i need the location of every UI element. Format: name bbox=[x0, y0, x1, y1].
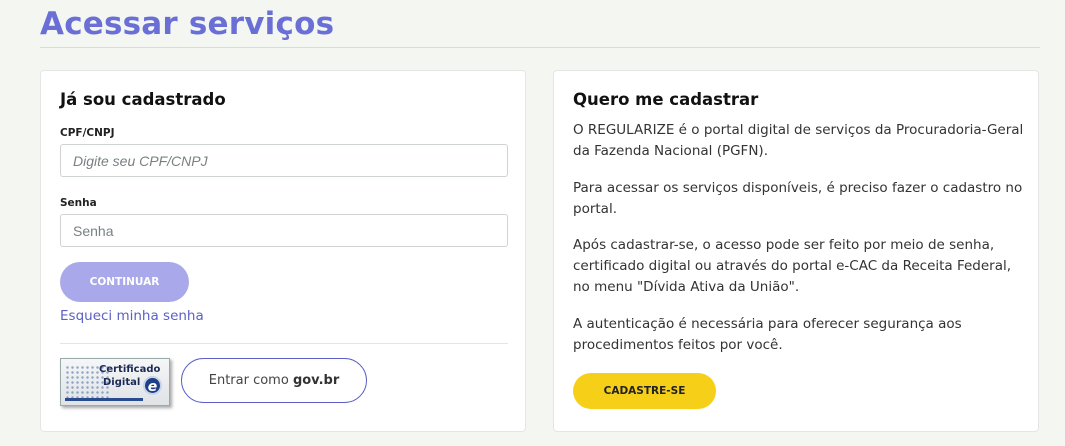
register-paragraph-access: Para acessar os serviços disponíveis, é … bbox=[573, 180, 1023, 217]
password-input[interactable] bbox=[60, 214, 508, 247]
register-paragraph-intro: O REGULARIZE é o portal digital de servi… bbox=[573, 122, 1024, 159]
page-title: Acessar serviços bbox=[40, 6, 335, 42]
register-heading: Quero me cadastrar bbox=[573, 90, 759, 109]
digital-certificate-button[interactable]: Certificado Digital e bbox=[60, 358, 170, 406]
senha-label: Senha bbox=[60, 197, 97, 209]
login-card: Já sou cadastrado CPF/CNPJ Senha CONTINU… bbox=[40, 70, 526, 432]
register-paragraph-methods: Após cadastrar-se, o acesso pode ser fei… bbox=[573, 237, 1012, 295]
govbr-button-label: Entrar como bbox=[208, 373, 293, 388]
continue-button[interactable]: CONTINUAR bbox=[60, 262, 189, 302]
cpf-label: CPF/CNPJ bbox=[60, 127, 115, 139]
govbr-brand: gov.br bbox=[292, 373, 340, 388]
certificate-bar bbox=[65, 398, 143, 401]
e-certificate-icon: e bbox=[143, 376, 162, 395]
login-divider bbox=[60, 343, 508, 344]
register-card: Quero me cadastrar O REGULARIZE é o port… bbox=[553, 70, 1039, 432]
register-button[interactable]: CADASTRE-SE bbox=[573, 373, 716, 409]
login-heading: Já sou cadastrado bbox=[60, 90, 226, 109]
title-divider bbox=[40, 47, 1040, 48]
forgot-password-link[interactable]: Esqueci minha senha bbox=[60, 308, 204, 324]
certificate-label-line2: Digital bbox=[103, 377, 141, 388]
certificate-label-line1: Certificado bbox=[99, 364, 161, 375]
cpf-cnpj-input[interactable] bbox=[60, 144, 508, 177]
register-paragraph-auth: A autenticação é necessária para oferece… bbox=[573, 316, 962, 353]
govbr-login-button[interactable]: Entrar como gov.br bbox=[181, 358, 367, 403]
